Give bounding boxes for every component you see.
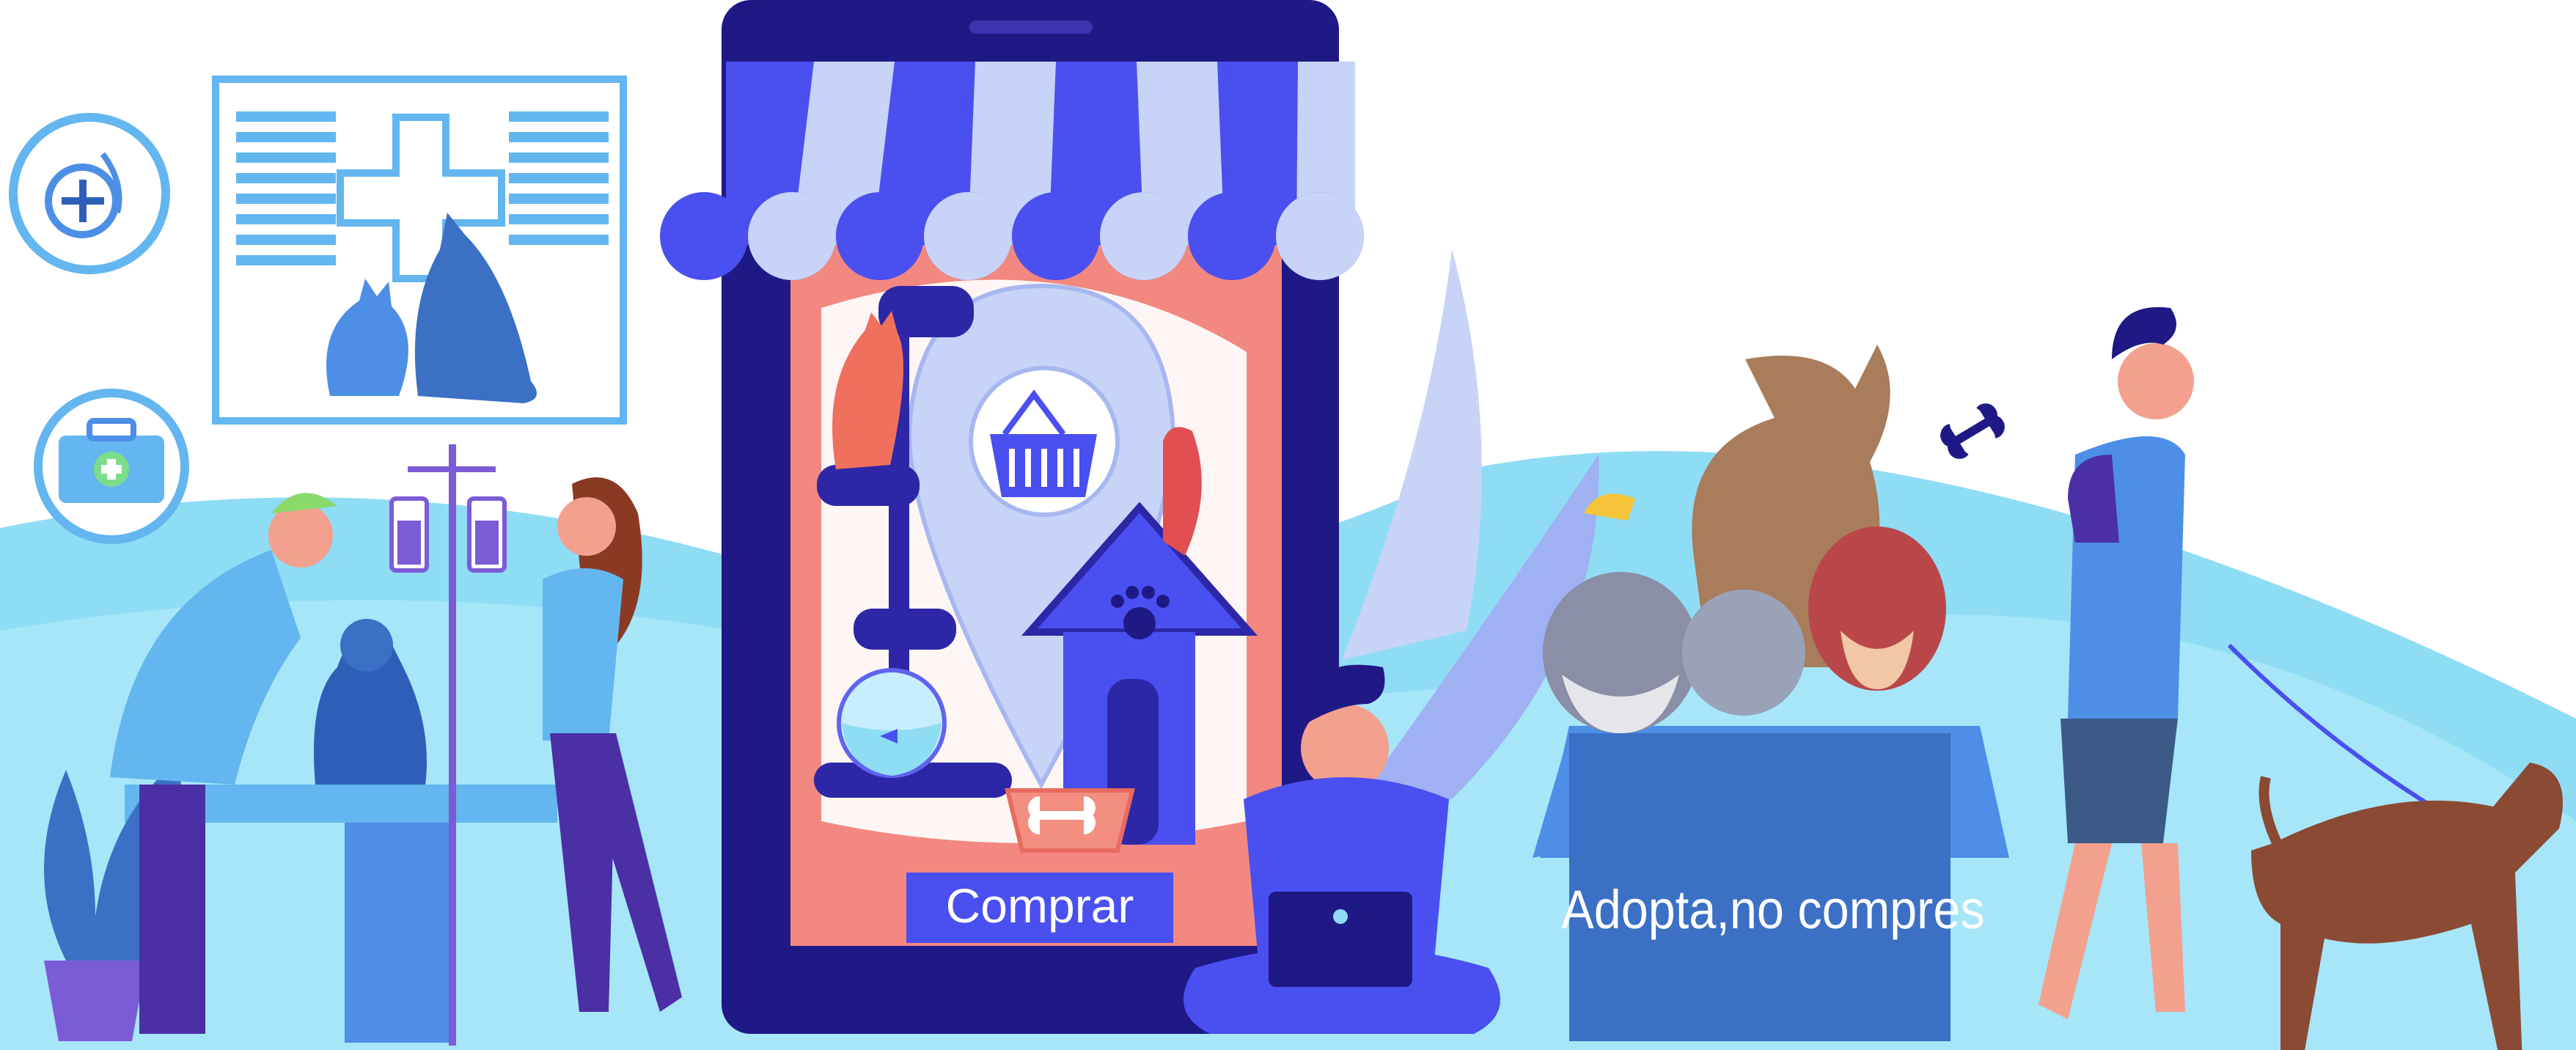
bone-icon (1940, 403, 2005, 459)
clinic-poster (212, 76, 627, 425)
first-aid-kit-icon (34, 389, 189, 544)
adoption-box-label: Adopta,no compres (1561, 879, 1984, 940)
pet-services-illustration: Comprar Adopta,no compres (0, 0, 2576, 1050)
comprar-button-label: Comprar (946, 878, 1134, 933)
stethoscope-icon (9, 113, 170, 274)
